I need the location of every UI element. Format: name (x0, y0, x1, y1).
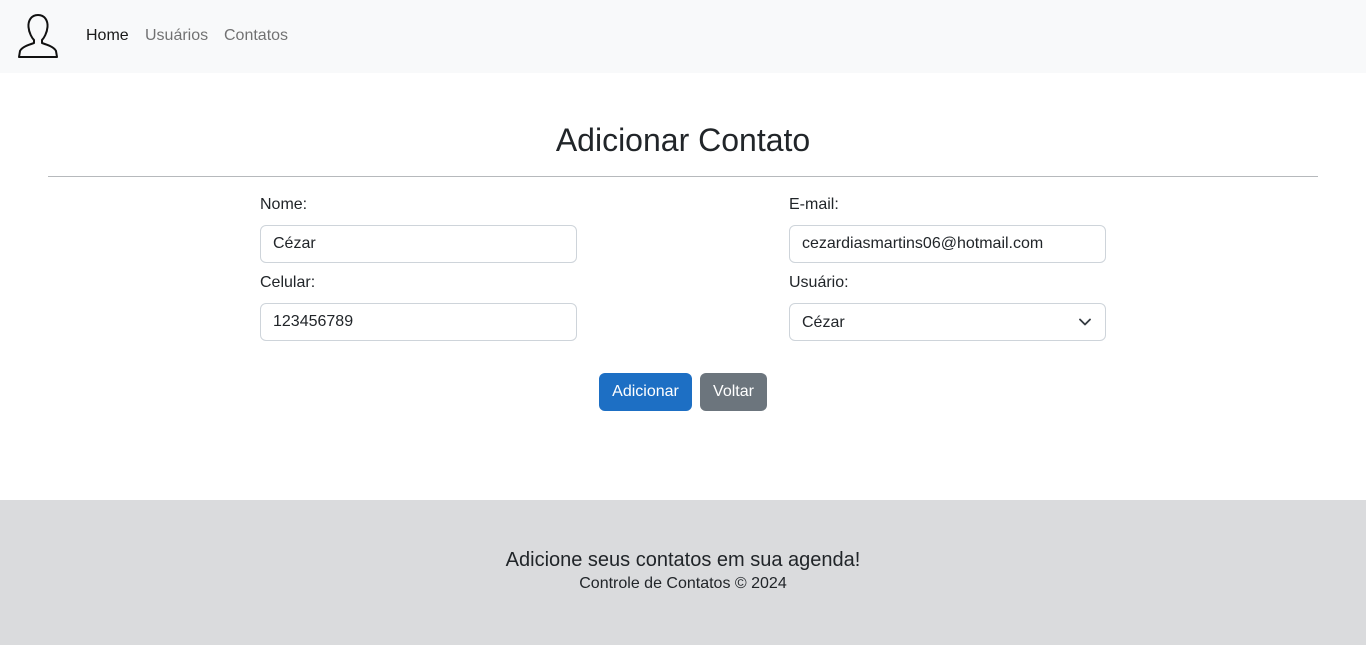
nav-link-home[interactable]: Home (86, 26, 129, 45)
navbar: Home Usuários Contatos (0, 0, 1366, 73)
voltar-button[interactable]: Voltar (700, 373, 767, 411)
footer-copyright: Controle de Contatos © 2024 (579, 575, 787, 592)
usuario-select-value: Cézar (802, 314, 845, 331)
user-silhouette-icon[interactable] (16, 13, 60, 59)
usuario-select[interactable]: Cézar (789, 303, 1106, 341)
email-label: E-mail: (789, 196, 839, 213)
celular-input[interactable] (260, 303, 577, 341)
celular-label: Celular: (260, 274, 316, 291)
footer: Adicione seus contatos em sua agenda! Co… (0, 500, 1366, 645)
adicionar-button[interactable]: Adicionar (599, 373, 692, 411)
title-divider (48, 176, 1318, 177)
nome-label: Nome: (260, 196, 308, 213)
nav-link-contatos[interactable]: Contatos (224, 26, 288, 45)
usuario-label: Usuário: (789, 274, 849, 291)
nome-input[interactable] (260, 225, 577, 263)
nav-link-usuarios[interactable]: Usuários (145, 26, 208, 45)
footer-headline: Adicione seus contatos em sua agenda! (505, 549, 861, 571)
email-input[interactable] (789, 225, 1106, 263)
chevron-down-icon (1079, 318, 1091, 326)
page-title: Adicionar Contato (555, 122, 811, 158)
